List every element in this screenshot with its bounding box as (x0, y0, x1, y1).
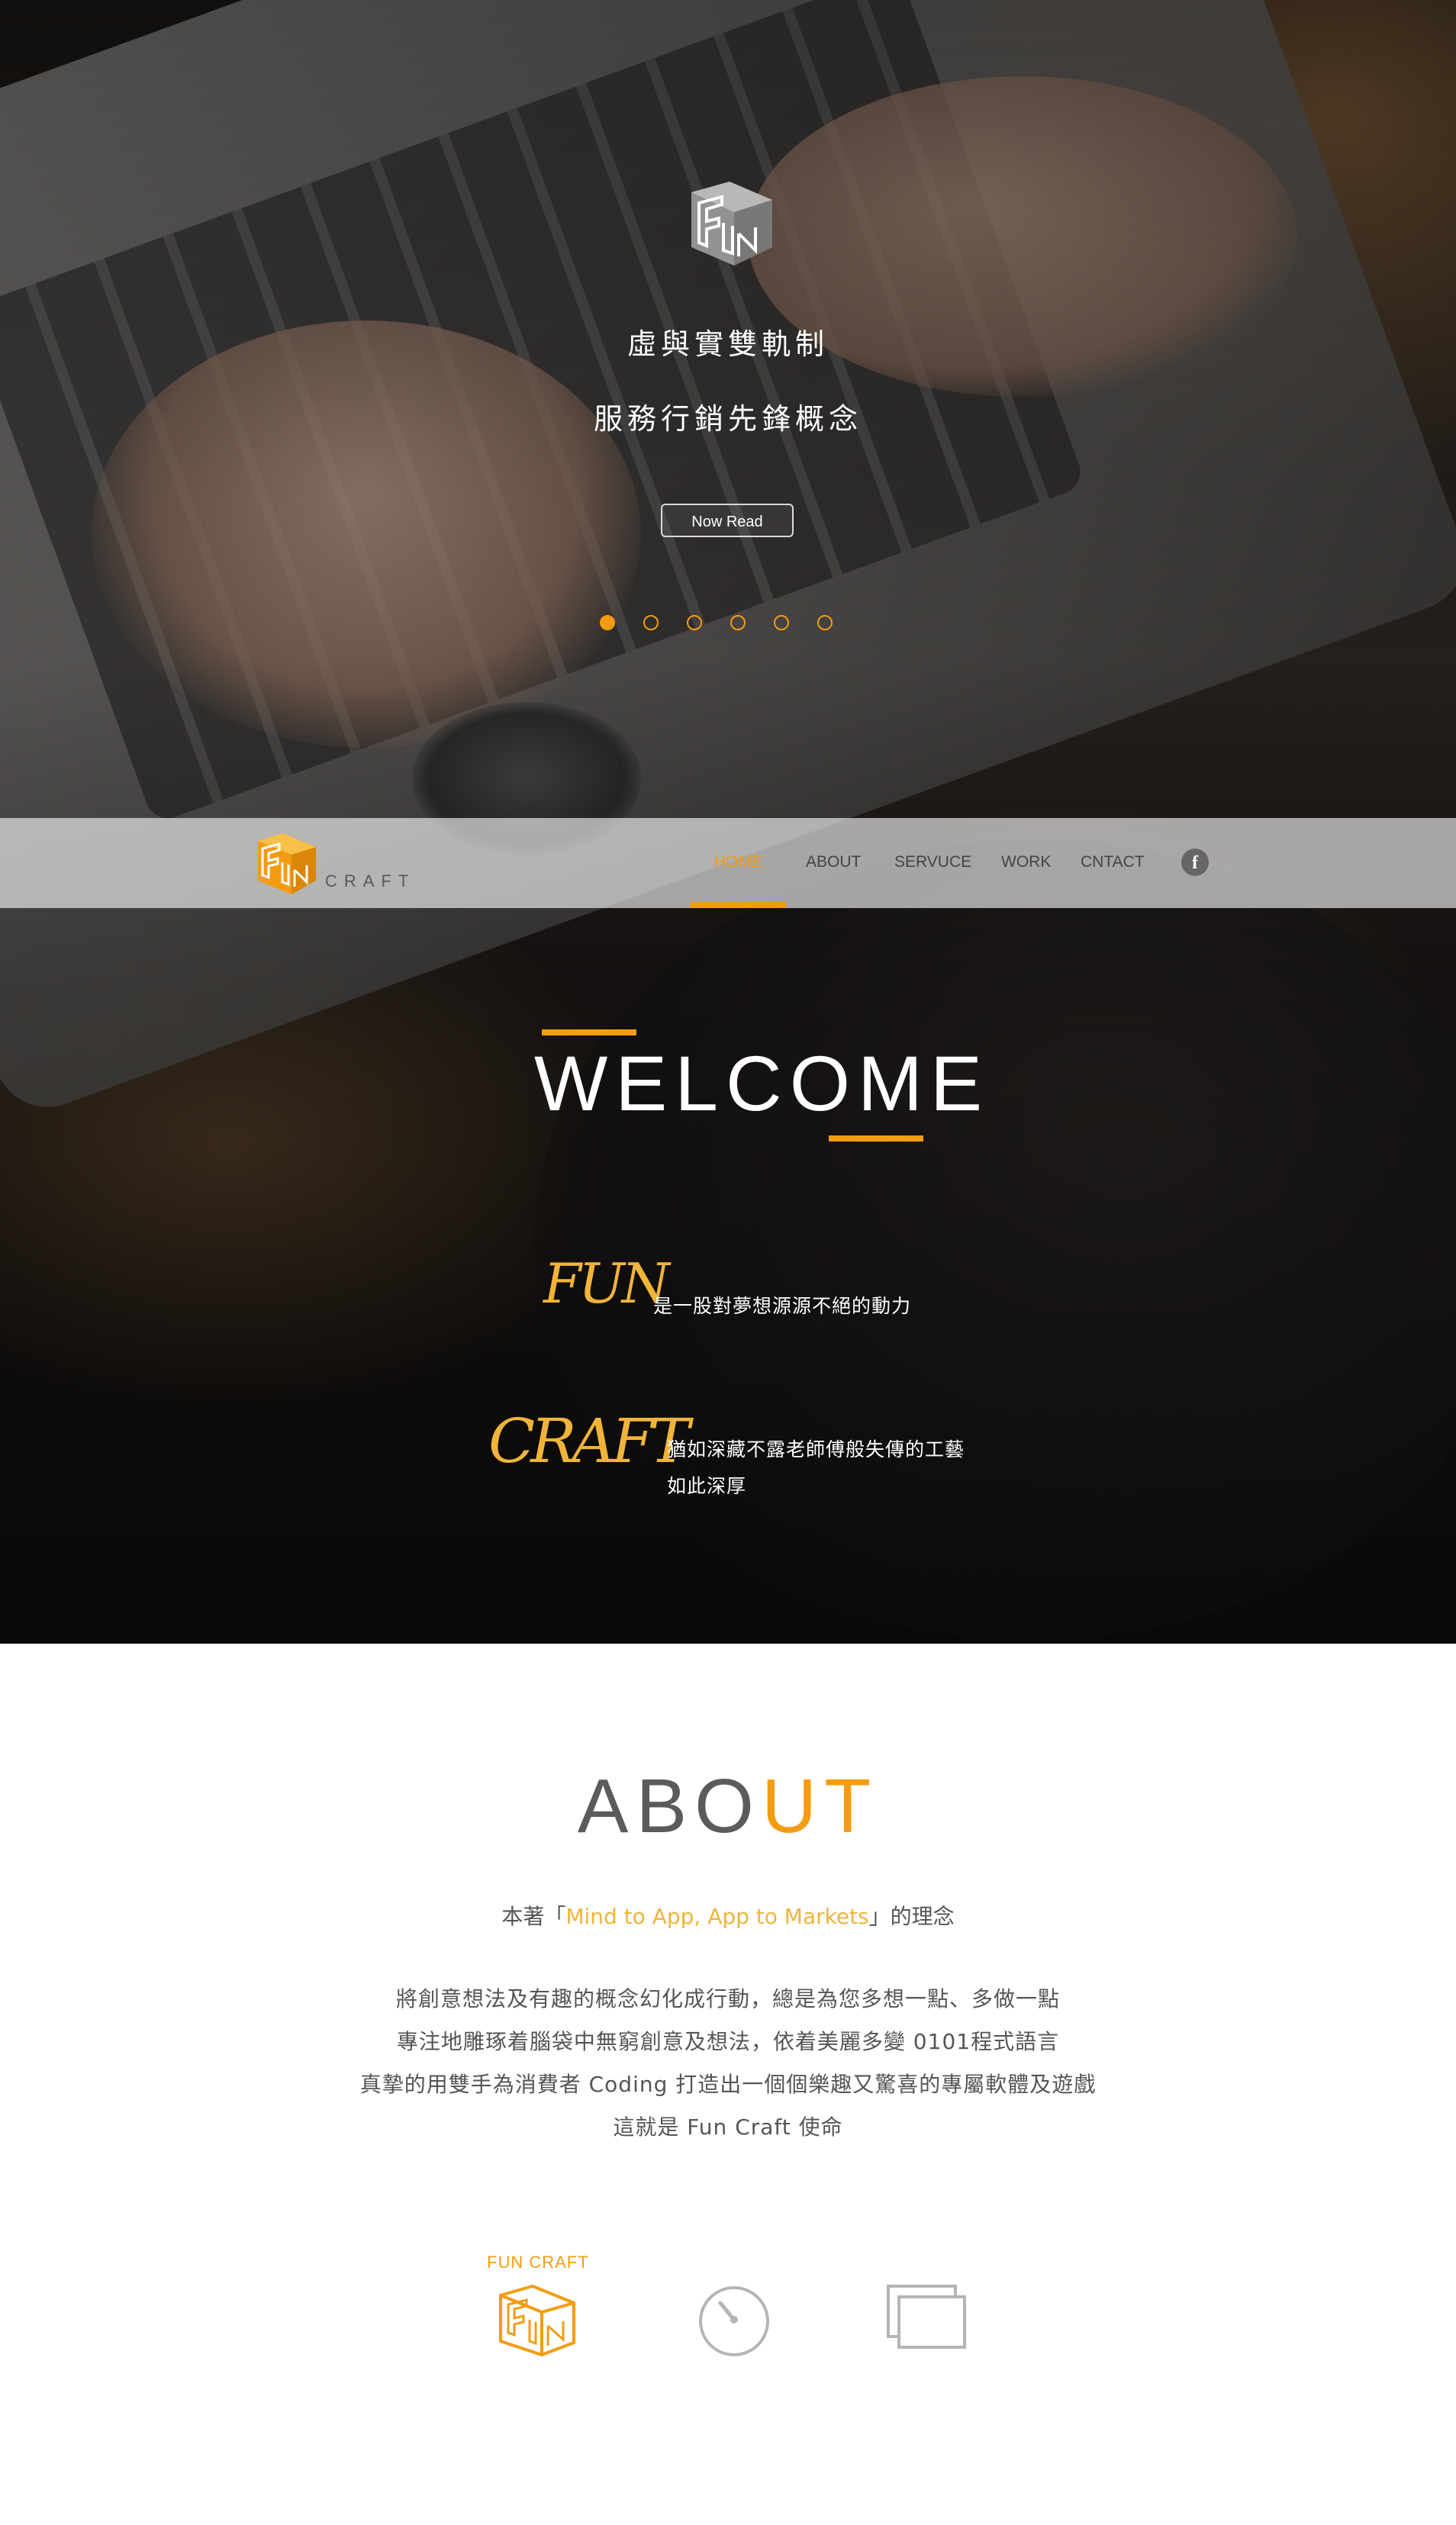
timer-icon[interactable] (696, 2282, 772, 2358)
active-nav-indicator (690, 902, 786, 908)
about-paragraph-line: 這就是 Fun Craft 使命 (613, 2114, 843, 2140)
about-title-accent: UT (761, 1763, 879, 1849)
hero-heading-line-2: 服務行銷先鋒概念 (593, 402, 862, 436)
motto-prefix: 本著「 (501, 1904, 566, 1929)
fun-craft-icon-label: FUN CRAFT (487, 2253, 589, 2272)
fun-craft-logo-icon[interactable] (493, 2282, 581, 2358)
now-read-button[interactable]: Now Read (661, 504, 794, 537)
top-navigation: CRAFT HOME ABOUT SERVUCE WORK CNTACT f (0, 818, 1456, 908)
slider-dot[interactable] (730, 615, 746, 630)
fun-craft-logo-icon (691, 182, 772, 266)
fun-script-text: FUN (543, 1251, 670, 1316)
brand-logo[interactable]: CRAFT (252, 830, 427, 899)
nav-item-work[interactable]: WORK (1001, 853, 1051, 871)
nav-item-about[interactable]: ABOUT (806, 853, 861, 871)
welcome-accent-bar (542, 1029, 636, 1035)
welcome-title: WELCOME (534, 1040, 991, 1127)
nav-item-contact[interactable]: CNTACT (1081, 853, 1145, 871)
slider-dot[interactable] (817, 615, 833, 630)
about-paragraph-line: 專注地雕琢着腦袋中無窮創意及想法，依着美麗多變 0101程式語言 (396, 2029, 1060, 2054)
nav-item-service[interactable]: SERVUCE (894, 853, 971, 871)
slider-dot[interactable] (600, 615, 615, 630)
slider-dot[interactable] (643, 615, 659, 630)
about-title-part: ABO (577, 1763, 762, 1849)
motto-suffix: 」的理念 (868, 1904, 955, 1929)
windows-icon[interactable] (885, 2282, 968, 2352)
craft-description-line-2: 如此深厚 (667, 1475, 747, 1497)
slider-dot[interactable] (774, 615, 789, 630)
craft-script-text: CRAFT (488, 1406, 690, 1477)
nav-item-home[interactable]: HOME (714, 853, 762, 871)
welcome-accent-bar (829, 1135, 923, 1142)
slider-pagination (600, 615, 833, 630)
about-paragraph-line: 將創意想法及有趣的概念幻化成行動，總是為您多想一點、多做一點 (395, 1986, 1060, 2011)
fun-craft-logo-icon (258, 833, 316, 894)
about-motto: 本著「Mind to App, App to Markets」的理念 (0, 1900, 1456, 1931)
brand-text: CRAFT (325, 871, 416, 891)
slider-dot[interactable] (687, 615, 702, 630)
fun-description: 是一股對夢想源源不絕的動力 (653, 1295, 912, 1317)
hero-heading-line-1: 虛與實雙軌制 (627, 327, 829, 361)
craft-description-line-1: 猶如深藏不露老師傅般失傳的工藝 (667, 1438, 965, 1461)
motto-highlight: Mind to App, App to Markets (565, 1904, 869, 1929)
about-paragraph-line: 真摯的用雙手為消費者 Coding 打造出一個個樂趣又驚喜的專屬軟體及遊戲 (359, 2072, 1097, 2097)
facebook-icon[interactable]: f (1181, 849, 1209, 876)
about-title: ABOUT (0, 1763, 1456, 1850)
